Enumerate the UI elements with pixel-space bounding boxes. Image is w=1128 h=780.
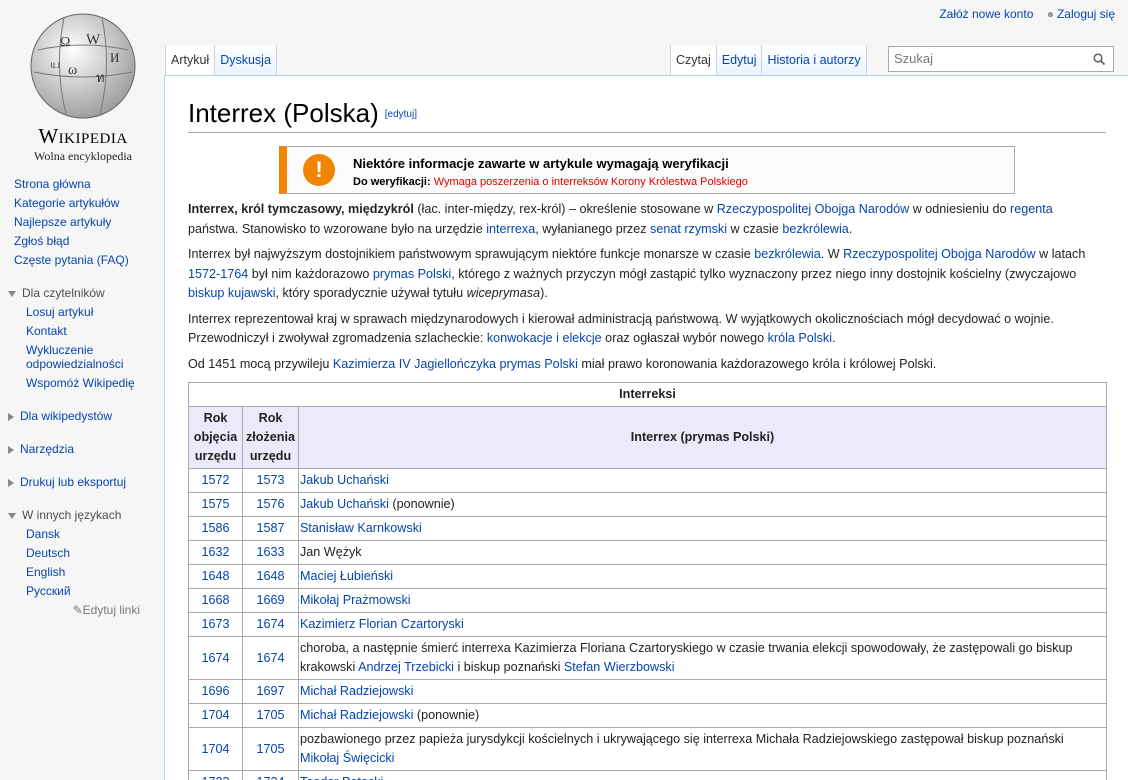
paragraph-3: Interrex reprezentował kraj w sprawach m… bbox=[188, 311, 1054, 346]
table-row: 1704 1705 pozbawionego przez papieża jurys… bbox=[188, 727, 1107, 772]
view-tabs: Czytaj Edytuj Historia i autorzy bbox=[670, 45, 867, 75]
table-row: 1668 1669 Mikołaj Prażmowski bbox=[188, 588, 1107, 614]
sidebar-item-lang-russian[interactable]: Русский bbox=[0, 582, 164, 601]
search-input[interactable]: Szukaj bbox=[888, 46, 1114, 72]
link-person[interactable]: Jakub Uchański bbox=[300, 473, 389, 487]
col-header-interrex: Interrex (prymas Polski) bbox=[298, 406, 1107, 470]
sidebar-heading-wikipedians[interactable]: Dla wikipedystów bbox=[0, 407, 164, 426]
sidebar-item-main-page[interactable]: Strona główna bbox=[0, 175, 164, 194]
sidebar-item-contact[interactable]: Kontakt bbox=[0, 322, 164, 341]
table-row: 1674 1674 choroba, a następnie śmierć inte… bbox=[188, 636, 1107, 681]
sidebar-item-lang-english[interactable]: English bbox=[0, 563, 164, 582]
link-kazimierz[interactable]: Kazimierza IV Jagiellończyka bbox=[333, 357, 496, 371]
tab-article[interactable]: Artykuł bbox=[165, 45, 216, 75]
link-bezkrolewie[interactable]: bezkrólewia bbox=[782, 222, 849, 236]
svg-text:ท: ท bbox=[96, 70, 105, 85]
search-placeholder: Szukaj bbox=[894, 51, 934, 66]
tab-read[interactable]: Czytaj bbox=[670, 45, 717, 75]
tab-edit[interactable]: Edytuj bbox=[716, 45, 763, 75]
warning-icon: ! bbox=[303, 154, 335, 187]
tab-discussion[interactable]: Dyskusja bbox=[215, 45, 277, 75]
wikipedia-logo[interactable]: Ω W И ω ท ய Wikipedia Wolna encyklopedia bbox=[8, 10, 158, 163]
paragraph-2: Interrex był najwyższym dostojnikiem pań… bbox=[188, 247, 1086, 301]
sidebar-heading-languages[interactable]: W innych językach bbox=[0, 506, 164, 525]
link-prymas[interactable]: prymas Polski bbox=[373, 267, 451, 281]
col-header-end: Rok złożenia urzędu bbox=[242, 406, 299, 470]
link-person[interactable]: Stanisław Karnkowski bbox=[300, 521, 422, 535]
sidebar-item-lang-dansk[interactable]: Dansk bbox=[0, 525, 164, 544]
personal-tools: Załóż nowe konto ● Zaloguj się bbox=[929, 7, 1115, 21]
link-person[interactable]: Michał Radziejowski bbox=[300, 684, 413, 698]
table-caption: Interreksi bbox=[188, 382, 1107, 408]
wikipedia-tagline: Wolna encyklopedia bbox=[34, 149, 132, 163]
create-account-link[interactable]: Załóż nowe konto bbox=[939, 7, 1033, 21]
link-person[interactable]: Maciej Łubieński bbox=[300, 569, 393, 583]
table-row: 1572 1573 Jakub Uchański bbox=[188, 468, 1107, 494]
link-person[interactable]: Jakub Uchański bbox=[300, 497, 389, 511]
link-rzeczpospolita-2[interactable]: Rzeczypospolitej Obojga Narodów bbox=[843, 247, 1036, 261]
table-row: 1704 1705 Michał Radziejowski (ponownie) bbox=[188, 703, 1107, 729]
link-person[interactable]: Kazimierz Florian Czartoryski bbox=[300, 617, 464, 631]
link-person[interactable]: Michał Radziejowski bbox=[300, 708, 413, 722]
pencil-icon: ✎ bbox=[72, 603, 83, 617]
table-row: 1586 1587 Stanisław Karnkowski bbox=[188, 516, 1107, 542]
title-edit-link[interactable]: [edytuj] bbox=[385, 109, 417, 120]
table-row: 1648 1648 Maciej Łubieński bbox=[188, 564, 1107, 590]
table-row: 17331734Teodor Potocki bbox=[188, 770, 1107, 780]
link-person[interactable]: Stefan Wierzbowski bbox=[564, 660, 675, 674]
notice-detail: Do weryfikacji: Wymaga poszerzenia o int… bbox=[353, 176, 748, 189]
svg-text:W: W bbox=[86, 32, 101, 48]
sidebar-item-donate[interactable]: Wspomóż Wikipedię bbox=[0, 374, 164, 393]
link-interrex[interactable]: interrexa bbox=[486, 222, 535, 236]
tab-history[interactable]: Historia i autorzy bbox=[762, 45, 867, 75]
sidebar-item-random[interactable]: Losuj artykuł bbox=[0, 303, 164, 322]
svg-text:ω: ω bbox=[68, 63, 77, 78]
link-biskup-kujawski[interactable]: biskup kujawski bbox=[188, 286, 276, 300]
link-krol-polski[interactable]: króla Polski bbox=[768, 331, 832, 345]
table-row: 1632 1633 Jan Wężyk bbox=[188, 540, 1107, 566]
main-content: Interrex (Polska) [edytuj] ! Niektóre inf… bbox=[164, 75, 1128, 780]
notice-text: Niektóre informacje zawarte w artykule w… bbox=[353, 156, 729, 172]
sidebar: Strona główna Kategorie artykułów Najlep… bbox=[0, 175, 164, 620]
sidebar-item-faq[interactable]: Częste pytania (FAQ) bbox=[0, 251, 164, 270]
link-bezkrolewia[interactable]: bezkrólewia bbox=[754, 247, 821, 261]
table-row: 1575 1576 Jakub Uchański (ponownie) bbox=[188, 492, 1107, 518]
table-row: 1673 1674 Kazimierz Florian Czartoryski bbox=[188, 612, 1107, 638]
svg-text:И: И bbox=[110, 50, 119, 65]
sidebar-heading-print[interactable]: Drukuj lub eksportuj bbox=[0, 473, 164, 492]
paragraph-intro: Interrex, król tymczasowy, międzykról (ł… bbox=[188, 202, 1053, 236]
sidebar-heading-tools[interactable]: Narzędzia bbox=[0, 440, 164, 459]
paragraph-4: Od 1451 mocą przywileju Kazimierza IV Ja… bbox=[188, 356, 937, 371]
table-row: 1696 1697 Michał Radziejowski bbox=[188, 679, 1107, 705]
link-1572-1764[interactable]: 1572-1764 bbox=[188, 267, 248, 281]
verification-notice: ! Niektóre informacje zawarte w artykule… bbox=[279, 146, 1015, 195]
sidebar-item-categories[interactable]: Kategorie artykułów bbox=[0, 194, 164, 213]
col-header-start: Rok objęcia urzędu bbox=[188, 406, 243, 470]
link-regent[interactable]: regenta bbox=[1010, 202, 1053, 216]
link-person[interactable]: Teodor Potocki bbox=[300, 775, 383, 780]
link-rzeczpospolita[interactable]: Rzeczypospolitej Obojga Narodów bbox=[717, 202, 910, 216]
namespace-tabs: Artykuł Dyskusja bbox=[165, 45, 277, 75]
svg-text:Ω: Ω bbox=[60, 35, 70, 50]
sidebar-item-featured[interactable]: Najlepsze artykuły bbox=[0, 213, 164, 232]
wikipedia-wordmark: Wikipedia bbox=[38, 124, 128, 148]
edit-links[interactable]: ✎Edytuj linki bbox=[0, 601, 164, 620]
sidebar-item-report-error[interactable]: Zgłoś błąd bbox=[0, 232, 164, 251]
search-icon[interactable] bbox=[1093, 53, 1105, 65]
puzzle-globe-icon: Ω W И ω ท ய bbox=[30, 13, 136, 119]
sidebar-item-disclaimer[interactable]: Wykluczenie odpowiedzialności bbox=[0, 341, 164, 374]
link-konwokacje[interactable]: konwokacje i elekcje bbox=[487, 331, 602, 345]
page-title: Interrex (Polska) [edytuj] bbox=[188, 98, 1106, 134]
link-senat[interactable]: senat rzymski bbox=[650, 222, 727, 236]
user-icon: ● bbox=[1046, 7, 1054, 21]
login-link[interactable]: ● Zaloguj się bbox=[1047, 7, 1115, 21]
link-person[interactable]: Andrzej Trzebicki bbox=[358, 660, 454, 674]
svg-text:ய: ய bbox=[50, 57, 60, 71]
sidebar-heading-readers[interactable]: Dla czytelników bbox=[0, 284, 164, 303]
sidebar-item-lang-deutsch[interactable]: Deutsch bbox=[0, 544, 164, 563]
link-person[interactable]: Mikołaj Święcicki bbox=[300, 751, 394, 765]
link-person[interactable]: Mikołaj Prażmowski bbox=[300, 593, 411, 607]
link-prymas-2[interactable]: prymas Polski bbox=[500, 357, 578, 371]
interrex-table: Interreksi Rok objęcia urzędu Rok złożen… bbox=[188, 382, 1107, 780]
